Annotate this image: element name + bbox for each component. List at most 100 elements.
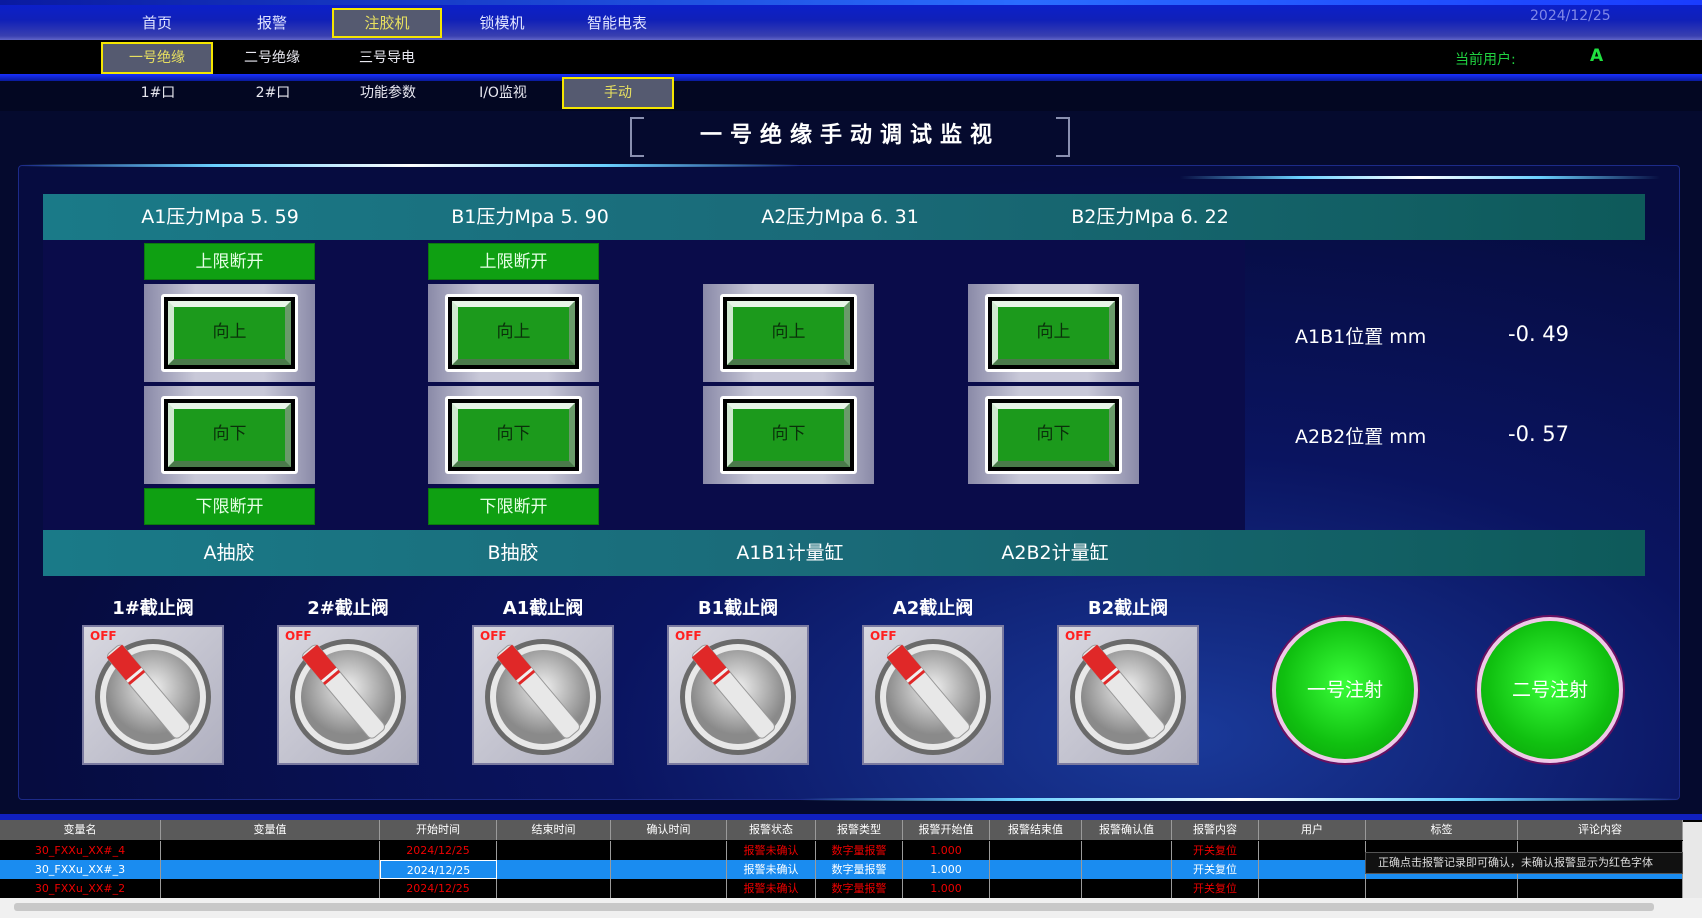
column-header[interactable]: 变量名 <box>0 820 161 840</box>
table-cell: 报警未确认 <box>727 879 816 898</box>
move-down-button[interactable]: 向下 <box>428 386 599 484</box>
column-header[interactable]: 标签 <box>1366 820 1518 840</box>
tab-item[interactable]: 1#口 <box>102 77 214 109</box>
table-cell <box>497 860 611 879</box>
injection-button[interactable]: 二号注射 <box>1477 617 1623 763</box>
column-header[interactable]: 确认时间 <box>611 820 727 840</box>
column-header[interactable]: 开始时间 <box>380 820 497 840</box>
table-cell <box>1082 879 1172 898</box>
subnav-item[interactable]: 一号绝缘 <box>101 42 213 74</box>
top-nav-bar: 首页 报警 注胶机 锁模机 智能电表 2024/12/25 <box>0 0 1702 40</box>
table-cell: 数字量报警 <box>816 841 903 860</box>
move-down-button[interactable]: 向下 <box>968 386 1139 484</box>
table-cell <box>161 879 380 898</box>
column-header[interactable]: 报警内容 <box>1172 820 1259 840</box>
tab-item[interactable]: 2#口 <box>217 77 329 109</box>
shutoff-valve-switch[interactable]: OFF <box>82 625 224 765</box>
move-up-button[interactable]: 向上 <box>428 284 599 382</box>
scroll-thumb[interactable] <box>14 903 1654 911</box>
nav-item[interactable]: 首页 <box>102 8 212 38</box>
group-label: A2B2计量缸 <box>1001 542 1109 564</box>
injection-button[interactable]: 一号注射 <box>1272 617 1418 763</box>
table-cell <box>1259 841 1366 860</box>
bracket-right <box>1056 117 1070 157</box>
move-up-button[interactable]: 向上 <box>144 284 315 382</box>
table-cell: 1.000 <box>903 860 990 879</box>
valve-state: OFF <box>1065 629 1092 643</box>
table-cell <box>161 860 380 879</box>
nav-item[interactable]: 注胶机 <box>332 8 442 38</box>
lower-limit-indicator: 下限断开 <box>428 488 599 525</box>
subnav-item[interactable]: 二号绝缘 <box>216 42 328 74</box>
button-label: 向上 <box>727 301 850 365</box>
column-header[interactable]: 报警结束值 <box>990 820 1082 840</box>
shutoff-valve-switch[interactable]: OFF <box>667 625 809 765</box>
nav-item[interactable]: 报警 <box>217 8 327 38</box>
button-bezel: 向下 <box>985 396 1122 474</box>
date-display: 2024/12/25 <box>1530 8 1611 24</box>
tab-item[interactable]: 手动 <box>562 77 674 109</box>
pressure-readout: A2压力Mpa 6. 31 <box>761 206 919 228</box>
pressure-readout: B1压力Mpa 5. 90 <box>451 206 609 228</box>
button-bezel: 向下 <box>161 396 298 474</box>
column-header[interactable]: 用户 <box>1259 820 1366 840</box>
horizontal-scrollbar[interactable] <box>0 898 1702 918</box>
pressure-readout: B2压力Mpa 6. 22 <box>1071 206 1229 228</box>
button-bezel: 向上 <box>445 294 582 372</box>
table-cell: 2024/12/25 <box>380 860 497 879</box>
button-label: 向上 <box>992 301 1115 365</box>
nav-item[interactable]: 智能电表 <box>562 8 672 38</box>
shutoff-valve-switch[interactable]: OFF <box>472 625 614 765</box>
upper-limit-indicator: 上限断开 <box>144 243 315 280</box>
table-cell <box>497 879 611 898</box>
move-down-button[interactable]: 向下 <box>703 386 874 484</box>
move-down-button[interactable]: 向下 <box>144 386 315 484</box>
rotary-knob-icon <box>485 639 601 755</box>
group-label: A抽胶 <box>203 542 255 564</box>
button-bezel: 向下 <box>720 396 857 474</box>
button-bezel: 向下 <box>445 396 582 474</box>
column-header[interactable]: 报警开始值 <box>903 820 990 840</box>
shutoff-valve-switch[interactable]: OFF <box>862 625 1004 765</box>
subnav-item[interactable]: 三号导电 <box>331 42 443 74</box>
button-label: 向下 <box>452 403 575 467</box>
tooltip: 正确点击报警记录即可确认，未确认报警显示为红色字体 <box>1365 852 1683 874</box>
valve-state: OFF <box>90 629 117 643</box>
table-cell <box>1518 879 1683 898</box>
table-cell: 30_FXXu_XX#_2 <box>0 879 161 898</box>
valve-label: A2截止阀 <box>892 598 974 619</box>
button-label: 向下 <box>992 403 1115 467</box>
rotary-knob-icon <box>680 639 796 755</box>
table-cell: 数字量报警 <box>816 879 903 898</box>
table-row[interactable]: 30_FXXu_XX#_2 2024/12/25 报警未确认 数字量报警 1.000 开关… <box>0 879 1683 898</box>
column-header[interactable]: 报警类型 <box>816 820 903 840</box>
shutoff-valve-switch[interactable]: OFF <box>1057 625 1199 765</box>
move-up-button[interactable]: 向上 <box>703 284 874 382</box>
rotary-knob-icon <box>290 639 406 755</box>
column-header[interactable]: 报警确认值 <box>1082 820 1172 840</box>
move-up-button[interactable]: 向上 <box>968 284 1139 382</box>
nav-item[interactable]: 锁模机 <box>447 8 557 38</box>
table-cell <box>161 841 380 860</box>
column-header[interactable]: 评论内容 <box>1518 820 1683 840</box>
valve-state: OFF <box>285 629 312 643</box>
column-header[interactable]: 结束时间 <box>497 820 611 840</box>
glow-line <box>20 164 800 167</box>
table-cell: 报警未确认 <box>727 841 816 860</box>
table-cell <box>1082 860 1172 879</box>
vertical-scrollbar[interactable] <box>1683 822 1702 898</box>
shutoff-valve-switch[interactable]: OFF <box>277 625 419 765</box>
position-label: A2B2位置 mm <box>1295 426 1427 448</box>
current-user-value: A <box>1590 46 1604 66</box>
column-header[interactable]: 报警状态 <box>727 820 816 840</box>
glow-line <box>800 798 1680 801</box>
table-cell: 2024/12/25 <box>380 841 497 860</box>
table-cell <box>1366 879 1518 898</box>
tab-item[interactable]: 功能参数 <box>332 77 444 109</box>
column-header[interactable]: 变量值 <box>161 820 380 840</box>
valve-label: B1截止阀 <box>697 598 779 619</box>
tab-item[interactable]: I/O监视 <box>447 77 559 109</box>
table-cell: 1.000 <box>903 841 990 860</box>
tab-bar: 1#口 2#口 功能参数 I/O监视 手动 <box>0 77 1702 111</box>
valve-label: 1#截止阀 <box>112 598 194 619</box>
